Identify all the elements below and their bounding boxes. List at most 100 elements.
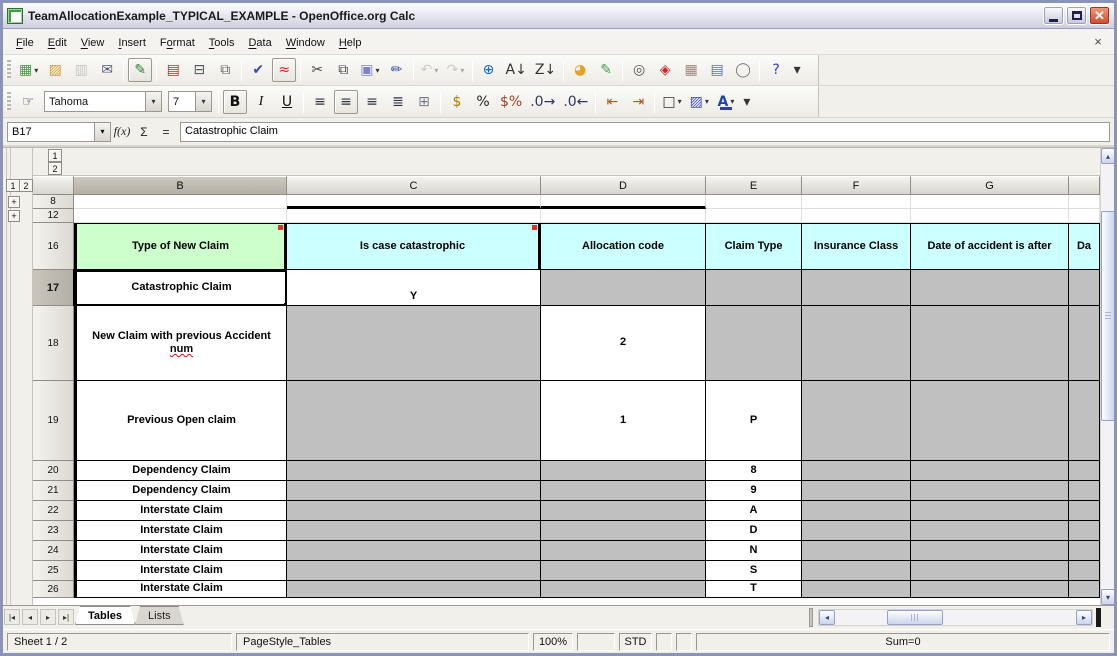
cell-E16[interactable]: Claim Type [706, 223, 802, 270]
function-wizard-button[interactable]: f(x) [111, 122, 133, 142]
cell-H16[interactable]: Da [1069, 223, 1100, 270]
number-format-standard-button[interactable]: $% [497, 90, 525, 114]
sheet-tab-tables[interactable]: Tables [75, 606, 135, 625]
cell-D25[interactable] [541, 561, 706, 581]
status-document-modified[interactable] [656, 633, 672, 651]
copy-button[interactable]: ⧉ [331, 58, 355, 82]
row-header-26[interactable]: 26 [33, 581, 74, 598]
show-draw-functions-button[interactable]: ✎ [594, 58, 618, 82]
cell-D8[interactable] [541, 195, 706, 209]
chevron-down-icon[interactable]: ▾ [434, 66, 438, 75]
font-color-button[interactable]: A▾ [714, 90, 738, 114]
data-sources-button[interactable]: ▤ [705, 58, 729, 82]
chevron-down-icon[interactable]: ▾ [145, 92, 161, 111]
cell-D22[interactable] [541, 501, 706, 521]
borders-button[interactable]: □▾ [659, 90, 684, 114]
font-size-combo[interactable]: 7▾ [168, 91, 212, 112]
open-button[interactable]: ▨ [43, 58, 67, 82]
cell-G19[interactable] [911, 381, 1069, 461]
font-size-combo-value[interactable]: 7 [169, 96, 195, 108]
cell-F22[interactable] [802, 501, 911, 521]
cell-H20[interactable] [1069, 461, 1100, 481]
cell-B20[interactable]: Dependency Claim [74, 461, 287, 481]
cell-C20[interactable] [287, 461, 541, 481]
find-replace-button[interactable]: ◎ [627, 58, 651, 82]
tab-scroll-splitter[interactable] [809, 608, 813, 627]
minimize-button[interactable] [1043, 6, 1064, 25]
chevron-down-icon[interactable]: ▾ [678, 97, 682, 106]
cell-C26[interactable] [287, 581, 541, 598]
column-outline-level-2[interactable]: 2 [48, 162, 62, 175]
justified-button[interactable]: ≣ [386, 90, 410, 114]
increase-indent-button[interactable]: ⇥ [626, 90, 650, 114]
styles-and-formatting-button[interactable]: ☞ [16, 90, 40, 114]
cell-F19[interactable] [802, 381, 911, 461]
cell-E23[interactable]: D [706, 521, 802, 541]
bold-button[interactable]: B [223, 90, 247, 114]
row-outline-level-1[interactable]: 1 [6, 179, 20, 192]
toolbar-overflow-button[interactable]: ▾ [790, 58, 804, 82]
cell-F25[interactable] [802, 561, 911, 581]
sort-ascending-button[interactable]: A↓ [503, 58, 530, 82]
name-box[interactable]: B17 ▾ [7, 122, 111, 142]
cell-D16[interactable]: Allocation code [541, 223, 706, 270]
status-selection-mode[interactable]: STD [619, 633, 652, 651]
row-header-20[interactable]: 20 [33, 461, 74, 481]
font-name-combo[interactable]: Tahoma▾ [44, 91, 162, 112]
cell-F23[interactable] [802, 521, 911, 541]
italic-button[interactable]: I [249, 90, 273, 114]
scroll-up-icon[interactable]: ▴ [1101, 148, 1114, 164]
cell-C23[interactable] [287, 521, 541, 541]
menu-insert[interactable]: Insert [111, 34, 153, 52]
row-header-12[interactable]: 12 [33, 209, 74, 223]
insert-chart-button[interactable]: ◕ [568, 58, 592, 82]
cell-C12[interactable] [287, 209, 541, 223]
cell-B12[interactable] [74, 209, 287, 223]
cell-F17[interactable] [802, 270, 911, 306]
align-left-button[interactable]: ≡ [308, 90, 332, 114]
cell-F21[interactable] [802, 481, 911, 501]
gallery-button[interactable]: ▦ [679, 58, 703, 82]
formula-input[interactable]: Catastrophic Claim [180, 122, 1110, 142]
row-header-16[interactable]: 16 [33, 223, 74, 270]
menu-format[interactable]: Format [153, 34, 202, 52]
cell-B25[interactable]: Interstate Claim [74, 561, 287, 581]
format-paintbrush-button[interactable]: ✏ [385, 58, 409, 82]
column-header-D[interactable]: D [541, 176, 706, 195]
row-header-25[interactable]: 25 [33, 561, 74, 581]
vertical-scroll-thumb[interactable] [1101, 211, 1114, 421]
underline-button[interactable]: U [275, 90, 299, 114]
cell-G12[interactable] [911, 209, 1069, 223]
cell-D26[interactable] [541, 581, 706, 598]
status-sheet-indicator[interactable]: Sheet 1 / 2 [7, 633, 232, 651]
column-header-G[interactable]: G [911, 176, 1069, 195]
merge-cells-button[interactable]: ⊞ [412, 90, 436, 114]
cell-reference[interactable]: B17 [8, 126, 94, 138]
cell-B26[interactable]: Interstate Claim [74, 581, 287, 598]
add-decimal-place-button[interactable]: .0→ [527, 90, 558, 114]
cell-B8[interactable] [74, 195, 287, 209]
status-insert-mode[interactable] [577, 633, 615, 651]
cell-D12[interactable] [541, 209, 706, 223]
cell-G20[interactable] [911, 461, 1069, 481]
export-pdf-button[interactable]: ▤ [161, 58, 185, 82]
row-header-17[interactable]: 17 [33, 270, 74, 306]
cut-button[interactable]: ✂ [305, 58, 329, 82]
column-header-H[interactable] [1069, 176, 1100, 195]
menu-tools[interactable]: Tools [202, 34, 242, 52]
align-right-button[interactable]: ≡ [360, 90, 384, 114]
cell-C24[interactable] [287, 541, 541, 561]
cell-B24[interactable]: Interstate Claim [74, 541, 287, 561]
cell-G26[interactable] [911, 581, 1069, 598]
cell-D20[interactable] [541, 461, 706, 481]
vertical-scrollbar[interactable]: ▴▾ [1100, 148, 1114, 605]
cell-F20[interactable] [802, 461, 911, 481]
column-outline-level-1[interactable]: 1 [48, 149, 62, 162]
align-center-button[interactable]: ≡ [334, 90, 358, 114]
close-document-icon[interactable]: × [1090, 34, 1106, 49]
status-page-style[interactable]: PageStyle_Tables [236, 633, 529, 651]
auto-spellcheck-button[interactable]: ≈ [272, 58, 296, 82]
cell-H23[interactable] [1069, 521, 1100, 541]
font-name-combo-value[interactable]: Tahoma [45, 96, 145, 108]
scroll-left-icon[interactable]: ◂ [819, 610, 835, 625]
